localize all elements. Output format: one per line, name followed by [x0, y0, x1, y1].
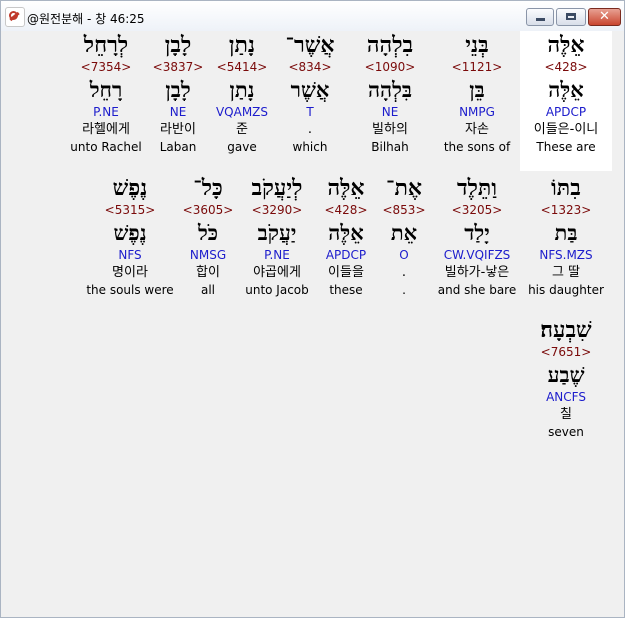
hebrew-word: נֶפֶשׁ [112, 175, 148, 201]
minimize-button[interactable] [526, 8, 554, 26]
korean-gloss: 칠 [560, 407, 572, 422]
maximize-icon [566, 13, 576, 20]
english-gloss: his daughter [528, 283, 604, 297]
parsing-code: APDCP [545, 105, 587, 119]
word-cell[interactable]: אֵלֶּה <428> אֵלֶּה APDCP 이들은-이니 These a… [520, 31, 612, 171]
english-gloss: These are [536, 140, 596, 154]
close-button[interactable]: ✕ [588, 8, 621, 26]
parsing-code: P.NE [93, 105, 119, 119]
interlinear-panel: אֵלֶּה <428> אֵלֶּה APDCP 이들은-이니 These a… [6, 31, 618, 611]
hebrew-word: לְרָחֵל [83, 32, 129, 58]
korean-gloss: 그 딸 [551, 265, 581, 280]
strong-number[interactable]: <1090> [344, 59, 436, 75]
hebrew-word: אֵלֶּה [547, 32, 585, 58]
strong-number[interactable]: <7651> [520, 344, 612, 360]
strong-number[interactable]: <428> [520, 59, 612, 75]
app-icon[interactable] [5, 7, 25, 27]
lemma: בֵּן [469, 77, 485, 102]
lemma: רָחֵל [89, 77, 123, 102]
english-gloss: the sons of [443, 140, 511, 154]
hebrew-word: בְּנֵי [465, 32, 489, 58]
minimize-icon [536, 18, 545, 21]
word-cell[interactable]: בִלְהָה <1090> בִּלְהָה NE 빌하의 Bilhah [344, 31, 436, 155]
parsing-code: NE [381, 105, 399, 119]
korean-gloss: 명이라 [112, 265, 148, 280]
lemma: שֶׁבַע [547, 362, 585, 387]
lemma: בִּלְהָה [367, 77, 413, 102]
parsing-code: NMPG [459, 105, 495, 119]
word-cell[interactable]: בִתּוֹ <1323> בַּת NFS.MZS 그 딸 his daugh… [520, 174, 612, 298]
korean-gloss: 빌하의 [372, 122, 408, 137]
word-cell[interactable]: לְרָחֵל <7354> רָחֵל P.NE 라헬에게 unto Rach… [60, 31, 152, 155]
english-gloss: Bilhah [371, 140, 409, 154]
strong-number[interactable]: <1323> [520, 202, 612, 218]
lemma: נֶפֶשׁ [113, 220, 147, 245]
english-gloss: seven [548, 425, 584, 439]
hebrew-word: שִׁבְעָה׃ [540, 317, 592, 343]
close-icon: ✕ [599, 9, 610, 24]
korean-gloss: 자손 [465, 122, 489, 137]
lemma: בַּת [554, 220, 578, 245]
word-cell[interactable]: נֶפֶשׁ <5315> נֶפֶשׁ NFS 명이라 the souls w… [84, 174, 176, 298]
lemma: אֵלֶּה [548, 77, 584, 102]
parsing-code: ANCFS [546, 390, 586, 404]
window-title: @원전분해 - 창 46:25 [27, 12, 145, 26]
parsing-code: NFS [118, 248, 142, 262]
word-cell[interactable]: שִׁבְעָה׃ <7651> שֶׁבַע ANCFS 칠 seven [520, 316, 612, 440]
app-window: @원전분해 - 창 46:25 ✕ אֵלֶּה <428> אֵלֶּה AP… [0, 0, 625, 618]
english-gloss: the souls were [86, 283, 174, 297]
strong-number[interactable]: <1121> [431, 59, 523, 75]
korean-gloss: 라헬에게 [82, 122, 130, 137]
strong-number[interactable]: <5315> [84, 202, 176, 218]
korean-gloss: 이들은-이니 [533, 122, 599, 137]
parsing-code: NFS.MZS [539, 248, 593, 262]
hebrew-word: בִתּוֹ [551, 175, 581, 201]
strong-number[interactable]: <7354> [60, 59, 152, 75]
english-gloss: unto Rachel [70, 140, 142, 154]
hebrew-word: בִלְהָה [366, 32, 414, 58]
maximize-button[interactable] [556, 8, 586, 26]
title-bar[interactable]: @원전분해 - 창 46:25 ✕ [1, 1, 624, 31]
word-cell[interactable]: בְּנֵי <1121> בֵּן NMPG 자손 the sons of [431, 31, 523, 155]
